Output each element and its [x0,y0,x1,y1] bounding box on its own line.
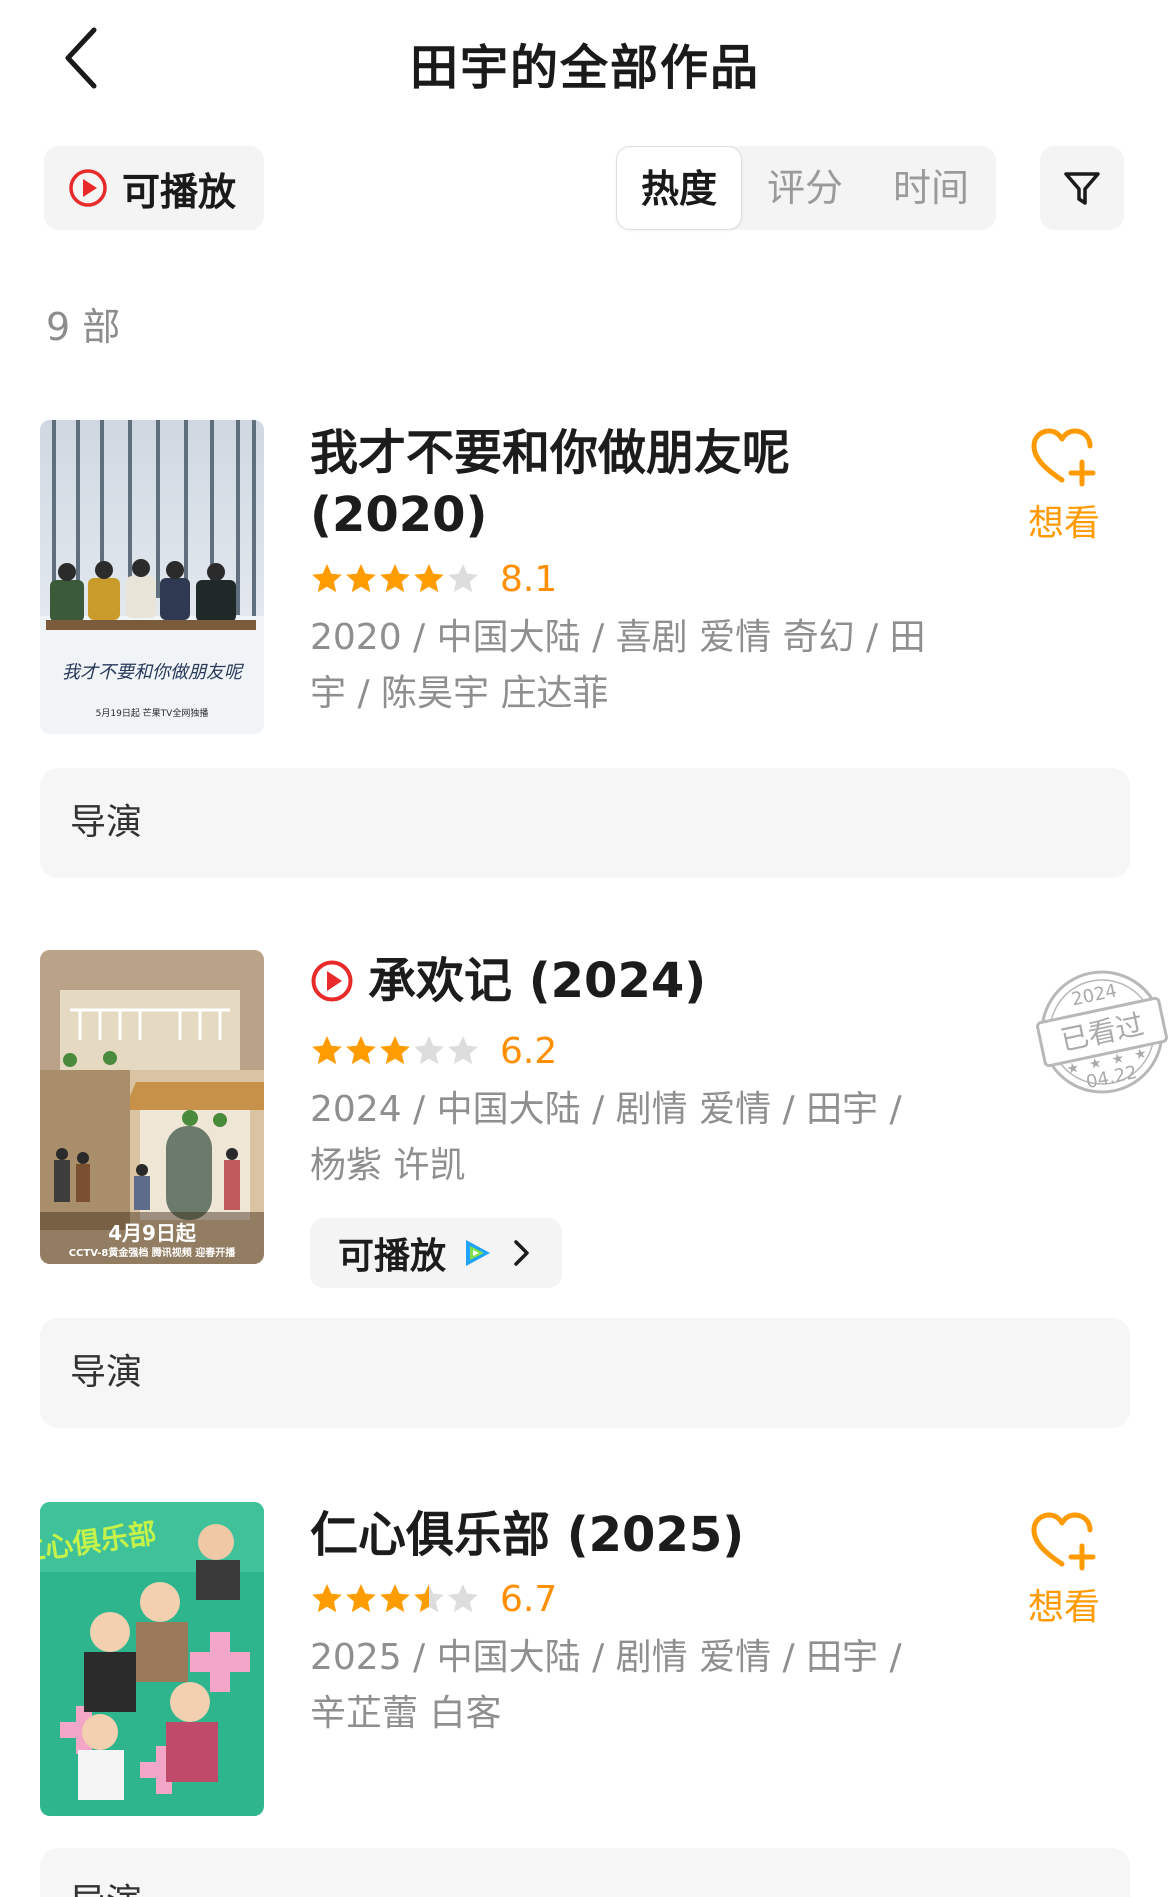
filter-icon [1064,172,1100,205]
tab-sort-popularity[interactable]: 热度 [616,146,742,230]
star-icon [414,1036,444,1065]
playable-label: 可播放 [338,1236,447,1277]
rating-score: 6.7 [500,1578,558,1620]
work-year[interactable]: (2020) [310,484,1010,546]
work-title[interactable]: 承欢记 (2024) [310,950,1010,1018]
playable-filter-button[interactable]: 可播放 [44,146,264,230]
star-icon [380,1584,410,1613]
want-to-watch-button[interactable]: 想看 [1014,426,1114,546]
work-info: 我才不要和你做朋友呢 (2020) 8.1 2020 / 中国大陆 / 喜剧 爱… [310,422,1010,722]
heart-plus-icon [1031,1512,1096,1571]
play-circle-icon [310,956,354,1018]
work-meta-line: 2025 / 中国大陆 / 剧情 爱情 / 田宇 / [310,1637,902,1678]
star-icon [414,564,444,593]
star-icon [448,1036,478,1065]
work-meta-line: 宇 / 陈昊宇 庄达菲 [310,673,609,714]
work-meta-line: 杨紫 许凯 [310,1145,466,1186]
playable-source-button[interactable]: 可播放 [310,1218,563,1288]
star-icon [346,1584,376,1613]
rating-stars [310,1034,480,1068]
rating-score: 6.2 [500,1030,558,1072]
star-icon [346,564,376,593]
work-info: 仁心俱乐部 (2025) 6.7 2025 / 中国大陆 / 剧情 爱情 / 田… [310,1504,1010,1742]
poster-image[interactable]: 我才不要和你做朋友呢 5月19日起 芒果TV全网独播 [40,420,264,734]
rating-stars [310,562,480,596]
want-to-watch-label: 想看 [1027,503,1100,544]
tab-sort-time[interactable]: 时间 [868,146,994,230]
star-icon [312,1584,342,1613]
star-icon [312,1036,342,1065]
stamp-year: 2024 [1070,980,1119,1010]
tencent-video-icon [466,1240,491,1266]
want-to-watch-button[interactable]: 想看 [1014,1510,1114,1630]
star-icon [448,1584,478,1613]
director-row[interactable]: 导演 [40,1318,1130,1428]
work-meta: 2020 / 中国大陆 / 喜剧 爱情 奇幻 / 田 宇 / 陈昊宇 庄达菲 [310,610,970,722]
rating-score: 8.1 [500,558,558,600]
heart-plus-icon [1031,428,1096,487]
works-count: 9 部 [46,305,121,349]
poster-image[interactable]: 仁心俱乐部 [40,1502,264,1816]
star-icon [448,564,478,593]
toolbar: 可播放 热度 评分 时间 [0,146,1170,232]
sort-tabs: 热度 评分 时间 [616,146,996,230]
work-meta-line: 2024 / 中国大陆 / 剧情 爱情 / 田宇 / [310,1089,902,1130]
work-info: 承欢记 (2024) 6.2 2024 / 中国大陆 / 剧情 爱情 / 田宇 … [310,950,1010,1288]
tab-sort-rating[interactable]: 评分 [742,146,868,230]
filter-button[interactable] [1040,146,1124,230]
play-circle-icon [69,169,107,207]
rating-row: 6.7 [310,1574,1010,1624]
poster-title-text: 我才不要和你做朋友呢 [62,662,245,683]
work-title[interactable]: 我才不要和你做朋友呢 [310,422,1010,484]
work-meta: 2024 / 中国大陆 / 剧情 爱情 / 田宇 / 杨紫 许凯 [310,1082,970,1194]
star-icon [380,564,410,593]
poster-image[interactable]: 4月9日起 CCTV-8黄金强档 腾讯视频 迎春开播 [40,950,264,1264]
star-icon [346,1036,376,1065]
work-meta-line: 辛芷蕾 白客 [310,1693,502,1734]
want-to-watch-label: 想看 [1027,1587,1100,1628]
work-title[interactable]: 仁心俱乐部 (2025) [310,1504,1010,1566]
rating-row: 6.2 [310,1026,1010,1076]
rating-stars [310,1582,480,1616]
rating-row: 8.1 [310,554,1010,604]
poster-caption-text: 5月19日起 芒果TV全网独播 [96,707,209,719]
director-row[interactable]: 导演 [40,1848,1130,1897]
page-title: 田宇的全部作品 [409,40,760,96]
poster-caption-text: CCTV-8黄金强档 腾讯视频 迎春开播 [69,1246,237,1259]
work-meta-line: 2020 / 中国大陆 / 喜剧 爱情 奇幻 / 田 [310,617,926,658]
star-icon [312,564,342,593]
playable-filter-label: 可播放 [122,169,237,214]
work-meta: 2025 / 中国大陆 / 剧情 爱情 / 田宇 / 辛芷蕾 白客 [310,1630,970,1742]
poster-date-text: 4月9日起 [108,1221,197,1245]
header: 田宇的全部作品 [0,0,1170,116]
star-icon [414,1584,444,1613]
director-row[interactable]: 导演 [40,768,1130,878]
chevron-right-icon [514,1240,529,1266]
work-title-text: 承欢记 (2024) [368,953,707,1009]
watched-stamp: 2024 已看过 ★ ★ ★ ★ 04.22 [1032,962,1170,1102]
star-icon [380,1036,410,1065]
